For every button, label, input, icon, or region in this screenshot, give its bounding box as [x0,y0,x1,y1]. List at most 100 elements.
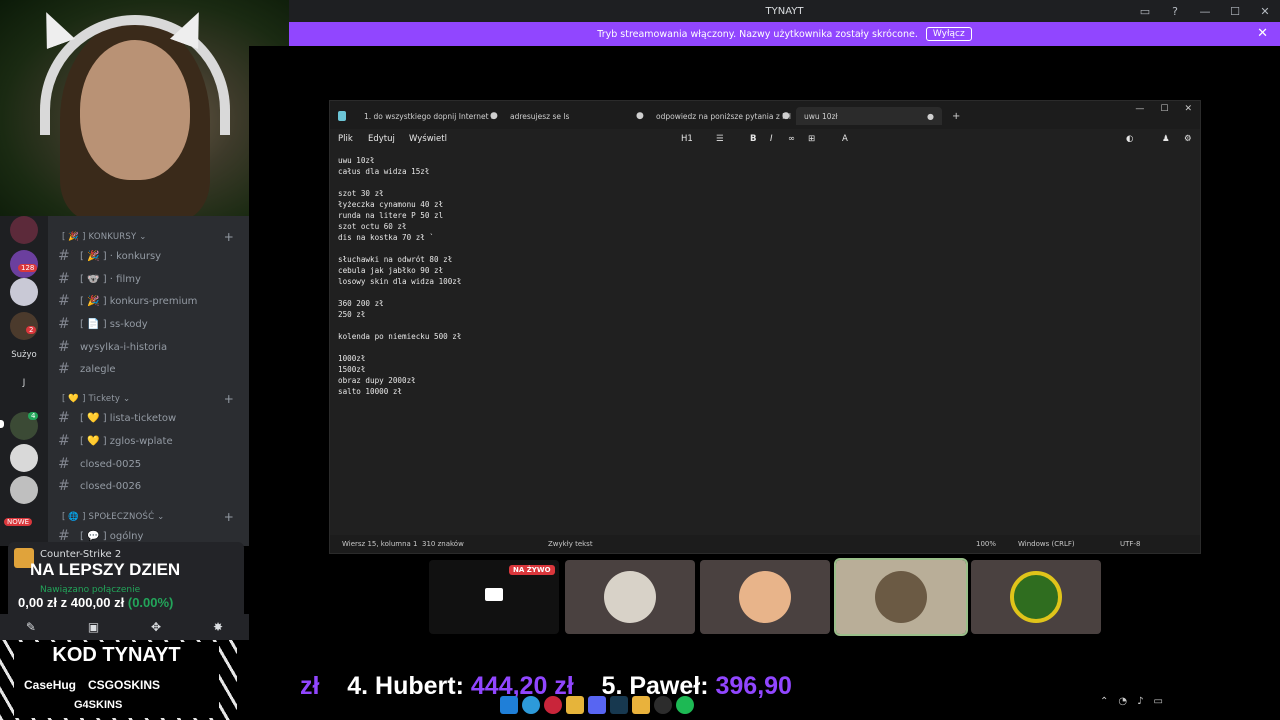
tab-dot[interactable]: ● [490,107,498,125]
add-channel-icon[interactable]: + [224,510,234,524]
tab-dot[interactable]: ● [636,107,644,125]
opera-icon[interactable] [544,696,562,714]
maximize-icon[interactable]: ☐ [1220,5,1250,18]
minimize-icon[interactable]: — [1190,5,1220,18]
folder-icon[interactable] [566,696,584,714]
hash-icon: # [58,293,70,309]
category-spolecznosc[interactable]: [ 🌐 ] SPOŁECZNOŚĆ ⌄ + [62,510,242,524]
channel-item[interactable]: # closed-0025 [58,454,243,474]
server-icon-6[interactable] [10,444,38,472]
activities-icon[interactable]: ✥ [151,620,161,634]
bold-icon[interactable]: B [750,134,756,144]
menu-view[interactable]: Wyświetl [409,134,447,144]
banner-close-icon[interactable]: ✕ [1257,26,1268,41]
server-label-j[interactable]: J [4,378,44,388]
link-icon[interactable]: ∞ [788,134,795,144]
tab-dot[interactable]: ● [927,112,934,121]
server-rail: 128 2 Sużyo J 4 NOWE [0,216,48,546]
participant-tile-speaking[interactable] [834,558,968,636]
edge-icon[interactable] [522,696,540,714]
sponsor-g4skins: G4SKINS [74,699,123,711]
screen-share-icon[interactable]: ▣ [88,620,99,634]
table-icon[interactable]: ⊞ [808,134,815,144]
windows-start-icon[interactable] [500,696,518,714]
screen-share-tile[interactable]: NA ŻYWO [429,560,559,634]
hash-icon: # [58,271,70,287]
server-icon-7[interactable] [10,476,38,504]
notepad-tab-1[interactable]: 1. do wszystkiego dopnij Internet i [364,107,504,125]
settings-icon[interactable]: ⚙ [1184,134,1192,144]
wifi-icon[interactable]: ◔ [1118,696,1127,707]
bell-icon[interactable]: ♟ [1162,134,1170,144]
menu-file[interactable]: Plik [338,134,353,144]
server-label-suzyo[interactable]: Sużyo [4,350,44,360]
category-tickety[interactable]: [ 💛 ] Tickety ⌄ + [62,392,242,406]
channel-item[interactable]: # closed-0026 [58,476,243,496]
np-minimize-icon[interactable]: — [1135,104,1144,114]
server-icon-1[interactable] [10,216,38,244]
channel-item[interactable]: # [ 💛 ] zglos-wplate [58,431,243,451]
hash-icon: # [58,248,70,264]
notepad-line: szot 30 zł [338,189,384,198]
mute-icon[interactable]: ✎ [26,620,36,634]
channel-item[interactable]: # [ 🎉 ] · konkursy [58,246,243,266]
np-maximize-icon[interactable]: ☐ [1160,104,1168,114]
notepad-menubar: Plik Edytuj Wyświetl H1 ☰ B I ∞ ⊞ A ◐ ♟ … [330,129,1200,151]
channel-item[interactable]: # [ 📄 ] ss-kody [58,314,243,334]
battery-icon[interactable]: ▭ [1154,696,1163,707]
channel-item[interactable]: # [ 🐨 ] · filmy [58,269,243,289]
channel-item[interactable]: # [ 🎉 ] konkurs-premium [58,291,243,311]
close-icon[interactable]: ✕ [1250,5,1280,18]
notepad-line: całus dla widza 15zł [338,167,430,176]
status-position: Wiersz 15, kolumna 1 [342,540,418,548]
live-badge: NA ŻYWO [509,565,555,575]
obs-icon[interactable] [654,696,672,714]
discord-icon[interactable] [588,696,606,714]
clear-format-icon[interactable]: A [842,134,848,144]
notepad-tab-2[interactable]: adresujesz se ls [510,107,640,125]
streamer-mode-banner: Tryb streamowania włączony. Nazwy użytko… [289,22,1280,46]
notepad-tab-active[interactable]: uwu 10zł ● [796,107,942,125]
channel-item[interactable]: # zalegle [58,359,243,379]
np-close-icon[interactable]: ✕ [1184,104,1192,114]
help-icon[interactable]: ? [1160,5,1190,18]
notepad-line: salto 10000 zł [338,387,403,396]
steam-icon[interactable] [610,696,628,714]
channel-label: [ 🎉 ] konkurs-premium [80,295,198,307]
tab-label: 1. do wszystkiego dopnij Internet i [364,111,493,121]
volume-icon[interactable]: ♪ [1137,696,1143,707]
menu-edit[interactable]: Edytuj [368,134,395,144]
notepad-tab-3[interactable]: odpowiedz na poniższe pytania z lel [656,107,796,125]
spotify-icon[interactable] [676,696,694,714]
participant-tile[interactable] [700,560,830,634]
copilot-icon[interactable]: ◐ [1126,134,1133,144]
disable-streamer-mode-button[interactable]: Wyłącz [925,27,972,41]
category-konkursy[interactable]: [ 🎉 ] KONKURSY ⌄ + [62,230,242,244]
notepad-line: 250 zł [338,310,366,319]
sponsor-csgoskins: CSGOSKINS [88,678,161,692]
add-channel-icon[interactable]: + [224,392,234,406]
channel-label: zalegle [80,363,116,375]
category-label: [ 💛 ] Tickety ⌄ [62,394,131,404]
tray-icon[interactable]: ⌃ [1100,696,1108,707]
inbox-icon[interactable]: ▭ [1130,5,1160,18]
app-icon[interactable] [632,696,650,714]
list-icon[interactable]: ☰ [716,134,724,144]
soundboard-icon[interactable]: ✸ [213,620,223,634]
participant-tile[interactable] [565,560,695,634]
notepad-statusbar: Wiersz 15, kolumna 1 310 znaków Zwykły t… [330,535,1200,553]
tab-dot[interactable]: ● [782,107,790,125]
channel-label: wysylka-i-historia [80,341,168,353]
channel-item[interactable]: # [ 💛 ] lista-ticketow [58,408,243,428]
italic-icon[interactable]: I [770,134,773,144]
new-tab-icon[interactable]: + [952,107,960,125]
add-channel-icon[interactable]: + [224,230,234,244]
notepad-text[interactable]: uwu 10zł całus dla widza 15zł szot 30 zł ł… [338,155,461,397]
server-icon-3[interactable] [10,278,38,306]
heading-dropdown[interactable]: H1 [681,134,693,144]
notepad-line: szot octu 60 zł [338,222,407,231]
channel-item[interactable]: # wysylka-i-historia [58,337,243,357]
notepad-line [338,243,461,254]
notepad-line [338,320,461,331]
participant-tile[interactable] [971,560,1101,634]
